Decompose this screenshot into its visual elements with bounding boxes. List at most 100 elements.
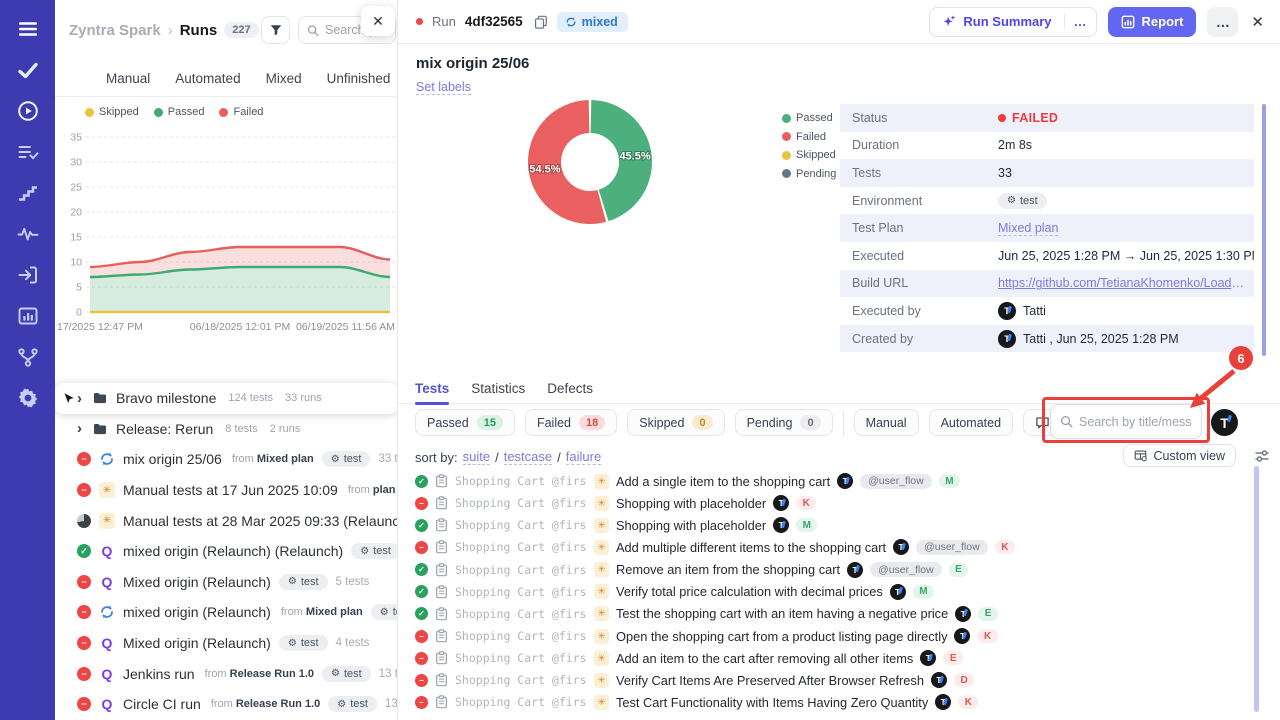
runs-tab-unfinished[interactable]: Unfinished (327, 71, 391, 86)
user-avatar: T (931, 672, 947, 688)
runs-tab-manual[interactable]: Manual (106, 71, 150, 86)
status-failed-icon: − (77, 575, 91, 589)
test-title: Verify total price calculation with deci… (616, 584, 883, 599)
test-letter-badge: K (958, 695, 978, 709)
test-title: Remove an item from the shopping cart (616, 562, 840, 577)
test-title: Verify Cart Items Are Preserved After Br… (616, 673, 924, 688)
test-row[interactable]: ✓Shopping Cart @first…✳Test the shopping… (398, 603, 1264, 625)
runs-panel-header: Zyntra Spark › Runs 227 ✕ (55, 0, 397, 60)
status-failed-icon: − (77, 667, 91, 681)
filter-button[interactable] (261, 16, 290, 44)
details-scrollbar[interactable] (1262, 104, 1266, 356)
status-failed-icon: − (77, 605, 91, 619)
run-list-item[interactable]: −QCircle CI runfrom Release Run 1.0⚙test… (55, 689, 398, 720)
breadcrumb-section[interactable]: Runs (180, 22, 218, 39)
view-settings-icon[interactable] (1254, 448, 1270, 464)
branch-icon[interactable] (15, 344, 41, 370)
test-plan-link[interactable]: Mixed plan (998, 221, 1058, 236)
test-row[interactable]: ✓Shopping Cart @first…✳Verify total pric… (398, 581, 1264, 603)
test-row[interactable]: −Shopping Cart @first…✳Add multiple diff… (398, 536, 1264, 558)
test-row[interactable]: −Shopping Cart @first…✳Open the shopping… (398, 625, 1264, 647)
hamburger-menu-icon[interactable] (15, 16, 41, 42)
test-row[interactable]: ✓Shopping Cart @first…✳Remove an item fr… (398, 559, 1264, 581)
sort-by-testcase[interactable]: testcase (504, 449, 552, 465)
sort-by-failure[interactable]: failure (566, 449, 601, 465)
manual-run-icon: ✳ (99, 482, 115, 498)
pulse-icon[interactable] (15, 221, 41, 247)
run-status-dot (416, 18, 423, 25)
test-row[interactable]: ✓Shopping Cart @first…✳Shopping with pla… (398, 514, 1264, 536)
copy-button[interactable] (534, 15, 548, 29)
user-avatar[interactable]: T (1211, 409, 1238, 436)
run-list-item[interactable]: −QMixed origin (Relaunch)⚙test4 tests (55, 628, 398, 659)
gear-icon[interactable] (15, 385, 41, 411)
filter-chip-skipped[interactable]: Skipped0 (627, 409, 724, 436)
milestone-folder-row[interactable]: ›Release: Rerun8 tests2 runs (55, 414, 398, 445)
run-list-item[interactable]: ✓Qmixed origin (Relaunch) (Relaunch)⚙tes… (55, 536, 398, 567)
runs-list: ›Bravo milestone124 tests33 runs›Release… (55, 383, 398, 720)
run-list-item[interactable]: −QMixed origin (Relaunch)⚙test5 tests (55, 567, 398, 598)
user-avatar: T (998, 302, 1016, 320)
test-row[interactable]: −Shopping Cart @first…✳Test Cart Functio… (398, 691, 1264, 713)
run-label: Run (432, 14, 456, 29)
test-row[interactable]: −Shopping Cart @first…✳Verify Cart Items… (398, 669, 1264, 691)
tests-search[interactable] (1050, 404, 1202, 439)
more-button[interactable]: … (1207, 7, 1238, 37)
stairs-icon[interactable] (15, 180, 41, 206)
run-from: from plan 1 (348, 484, 398, 496)
filter-chip-manual[interactable]: Manual (854, 409, 919, 436)
gear-icon: ⚙ (288, 576, 297, 587)
runs-tab-automated[interactable]: Automated (175, 71, 240, 86)
runs-tab-mixed[interactable]: Mixed (266, 71, 302, 86)
legend-item: Skipped (85, 106, 139, 118)
filter-chip-automated[interactable]: Automated (929, 409, 1013, 436)
import-icon[interactable] (15, 262, 41, 288)
test-row[interactable]: −Shopping Cart @first…✳Add an item to th… (398, 647, 1264, 669)
test-letter-badge: E (949, 563, 969, 577)
build-url-link[interactable]: https://github.com/TetianaKhomenko/Load-… (998, 276, 1246, 290)
avatar-accent (1007, 306, 1012, 314)
failed-dot-icon (998, 114, 1006, 122)
detail-value: 2m 8s (998, 138, 1040, 152)
test-row[interactable]: ✓Shopping Cart @first…✳Add a single item… (398, 470, 1264, 492)
detail-row-created-by: Created byTTatti , Jun 25, 2025 1:28 PM (840, 325, 1254, 353)
run-summary-more-icon[interactable]: … (1064, 14, 1096, 29)
testcase-clipboard-icon (435, 673, 448, 687)
tab-defects[interactable]: Defects (547, 374, 593, 404)
milestone-folder-row[interactable]: ›Bravo milestone124 tests33 runs (55, 383, 398, 414)
play-circle-icon[interactable] (15, 98, 41, 124)
panel-close-button[interactable]: ✕ (361, 6, 395, 36)
legend-label: Skipped (796, 149, 836, 161)
detail-value: TTatti , Jun 25, 2025 1:28 PM (998, 330, 1187, 348)
detail-close-button[interactable]: ✕ (1249, 13, 1266, 31)
avatar-accent (901, 543, 906, 551)
run-list-item[interactable]: −QJenkins runfrom Release Run 1.0⚙test13… (55, 658, 398, 689)
sort-by-suite[interactable]: suite (463, 449, 490, 465)
test-title: Shopping with placeholder (616, 496, 766, 511)
test-row[interactable]: −Shopping Cart @first…✳Shopping with pla… (398, 492, 1264, 514)
set-labels-link[interactable]: Set labels (416, 80, 471, 95)
run-list-item[interactable]: ✳Manual tests at 28 Mar 2025 09:33 (Rela… (55, 505, 398, 536)
chevron-right-icon[interactable]: › (77, 390, 82, 407)
svg-text:10: 10 (70, 257, 82, 269)
filter-chip-passed[interactable]: Passed15 (415, 409, 515, 436)
custom-view-button[interactable]: Custom view (1123, 444, 1236, 467)
filter-chip-pending[interactable]: Pending0 (735, 409, 833, 436)
run-list-item[interactable]: −mix origin 25/06from Mixed plan⚙test33 … (55, 444, 398, 475)
run-list-item[interactable]: −mixed origin (Relaunch)from Mixed plan⚙… (55, 597, 398, 628)
list-check-icon[interactable] (15, 139, 41, 165)
tests-scrollbar[interactable] (1254, 466, 1259, 712)
run-type-badge[interactable]: mixed (557, 12, 628, 32)
tab-statistics[interactable]: Statistics (471, 374, 525, 404)
breadcrumb-app[interactable]: Zyntra Spark (69, 22, 161, 39)
run-list-item[interactable]: −✳Manual tests at 17 Jun 2025 10:09from … (55, 475, 398, 506)
bar-chart-icon[interactable] (15, 303, 41, 329)
run-summary-button[interactable]: Run Summary … (929, 7, 1096, 37)
legend-dot (782, 114, 791, 123)
check-icon[interactable] (15, 57, 41, 83)
filter-chip-failed[interactable]: Failed18 (525, 409, 617, 436)
chevron-right-icon[interactable]: › (77, 420, 82, 437)
report-button[interactable]: Report (1108, 7, 1197, 37)
tests-search-input[interactable] (1079, 415, 1191, 429)
tab-tests[interactable]: Tests (415, 374, 449, 404)
